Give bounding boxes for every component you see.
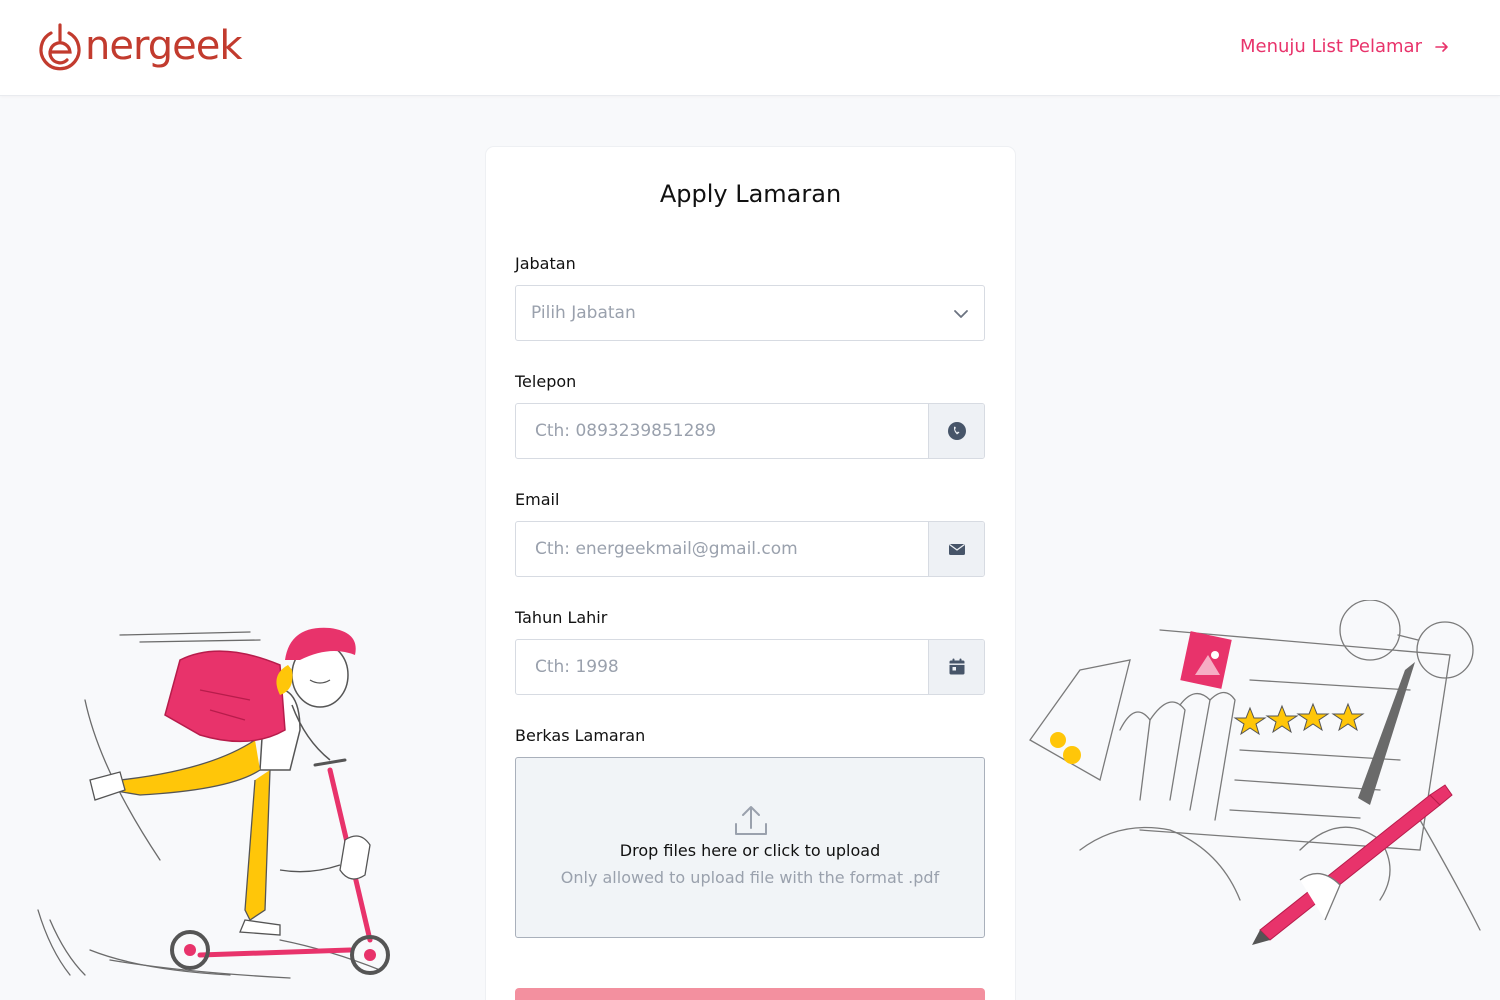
- submit-button[interactable]: [515, 988, 985, 1000]
- dropzone-title: Drop files here or click to upload: [619, 841, 881, 860]
- berkas-label: Berkas Lamaran: [515, 726, 646, 745]
- list-pelamar-label: Menuju List Pelamar: [1239, 36, 1422, 57]
- jabatan-select[interactable]: Pilih Jabatan: [515, 285, 985, 341]
- power-logo-icon: [39, 23, 81, 71]
- email-field-group: [515, 521, 985, 577]
- upload-icon: [735, 806, 767, 835]
- chevron-down-icon: [954, 310, 968, 318]
- envelope-icon: [948, 543, 965, 555]
- dropzone-hint: Only allowed to upload file with the for…: [560, 868, 940, 887]
- logo-text: nergeek: [85, 23, 242, 69]
- telepon-input[interactable]: [516, 404, 928, 458]
- form-title: Apply Lamaran: [659, 180, 842, 208]
- jabatan-placeholder: Pilih Jabatan: [531, 303, 636, 323]
- telepon-label: Telepon: [515, 372, 577, 391]
- apply-form-card: Apply Lamaran Jabatan Pilih Jabatan Tele…: [486, 147, 1015, 1000]
- list-pelamar-link[interactable]: Menuju List Pelamar: [1240, 36, 1450, 57]
- phone-icon: [947, 422, 966, 440]
- tahun-lahir-input[interactable]: [516, 640, 928, 694]
- telepon-field-group: [515, 403, 985, 459]
- jabatan-label: Jabatan: [515, 254, 576, 273]
- tahun-lahir-label: Tahun Lahir: [515, 608, 608, 627]
- energeek-logo[interactable]: nergeek: [37, 22, 242, 74]
- calendar-icon: [949, 658, 964, 675]
- email-input[interactable]: [516, 522, 928, 576]
- document-review-illustration: [1029, 600, 1481, 945]
- arrow-right-icon: [1435, 41, 1448, 52]
- telepon-addon: [928, 404, 984, 458]
- file-dropzone[interactable]: Drop files here or click to upload Only …: [515, 757, 985, 938]
- email-label: Email: [515, 490, 560, 509]
- top-header: nergeek Menuju List Pelamar: [0, 0, 1500, 96]
- tahun-lahir-addon: [928, 640, 984, 694]
- email-addon: [928, 522, 984, 576]
- scooter-rider-illustration: [37, 627, 390, 979]
- tahun-lahir-field-group: [515, 639, 985, 695]
